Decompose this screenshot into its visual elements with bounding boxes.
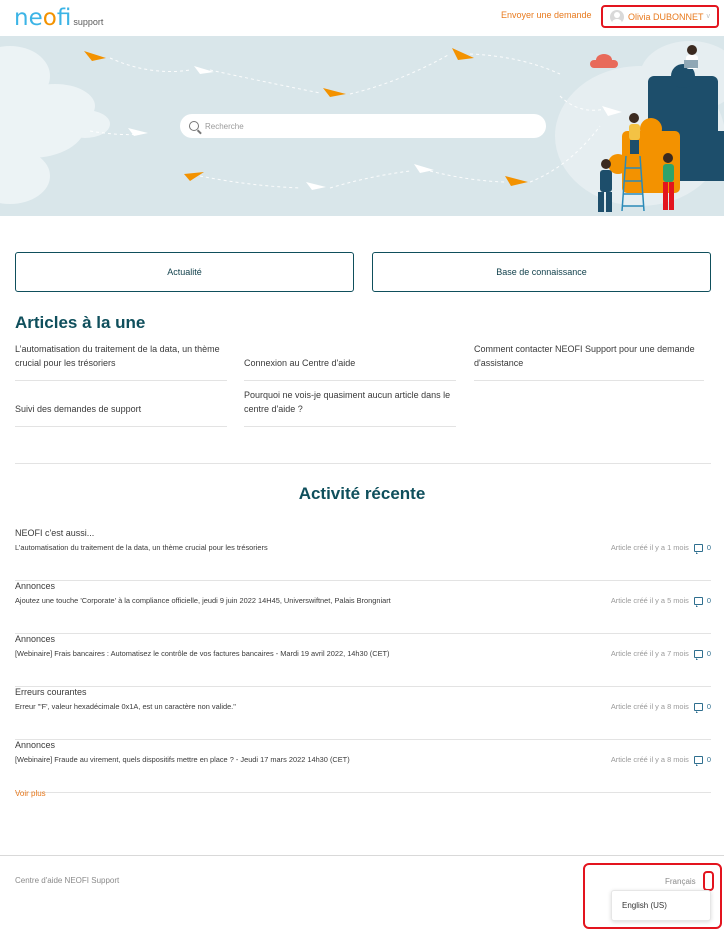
user-avatar-icon bbox=[610, 9, 624, 24]
category-actualite-button[interactable]: Actualité bbox=[15, 252, 354, 292]
activity-item: NEOFI c'est aussi... L’automatisation du… bbox=[15, 528, 711, 581]
comment-count: 0 bbox=[706, 649, 711, 658]
activity-meta: Article créé il y a 7 mois 0 bbox=[610, 649, 711, 660]
activity-item: Annonces [Webinaire] Fraude au virement,… bbox=[15, 740, 711, 793]
activity-meta: Article créé il y a 5 mois 0 bbox=[610, 596, 711, 607]
activity-item: Annonces [Webinaire] Frais bancaires : A… bbox=[15, 634, 711, 687]
logo-subtext: support bbox=[73, 17, 104, 27]
activity-article-link[interactable]: [Webinaire] Fraude au virement, quels di… bbox=[15, 755, 350, 764]
promoted-article-link[interactable]: Suivi des demandes de support bbox=[15, 389, 227, 427]
promoted-articles-title: Articles à la une bbox=[15, 313, 146, 332]
user-name: Olivia DUBONNET bbox=[628, 11, 704, 22]
activity-timestamp: Article créé il y a 5 mois bbox=[610, 596, 689, 605]
comment-count: 0 bbox=[706, 702, 711, 711]
activity-article-link[interactable]: Erreur "'F', valeur hexadécimale 0x1A, e… bbox=[15, 702, 236, 711]
activity-meta: Article créé il y a 8 mois 0 bbox=[610, 702, 711, 713]
search-input[interactable] bbox=[205, 121, 525, 131]
activity-category-link[interactable]: Annonces bbox=[15, 634, 55, 644]
search-icon bbox=[189, 121, 199, 131]
search-bar bbox=[180, 114, 546, 138]
activity-category-link[interactable]: Annonces bbox=[15, 740, 55, 750]
language-selector[interactable]: Français bbox=[665, 877, 696, 886]
activity-meta: Article créé il y a 8 mois 0 bbox=[610, 755, 711, 766]
site-header: neofi support Envoyer une demande Olivia… bbox=[0, 0, 724, 36]
logo-text-o: o bbox=[42, 5, 57, 31]
comment-count: 0 bbox=[706, 596, 711, 605]
recent-activity-title: Activité récente bbox=[298, 484, 426, 503]
activity-timestamp: Article créé il y a 8 mois bbox=[610, 755, 689, 764]
promoted-article-link[interactable]: Comment contacter NEOFI Support pour une… bbox=[474, 343, 704, 381]
user-menu-button[interactable]: Olivia DUBONNET v bbox=[601, 5, 719, 28]
hero-banner bbox=[0, 36, 724, 216]
activity-meta: Article créé il y a 1 mois 0 bbox=[610, 543, 711, 554]
activity-timestamp: Article créé il y a 8 mois bbox=[610, 702, 689, 711]
comment-icon bbox=[693, 702, 703, 713]
footer-help-center-link[interactable]: Centre d'aide NEOFI Support bbox=[15, 876, 119, 885]
language-option-english[interactable]: English (US) bbox=[622, 901, 667, 910]
activity-timestamp: Article créé il y a 7 mois bbox=[610, 649, 689, 658]
activity-category-link[interactable]: NEOFI c'est aussi... bbox=[15, 528, 94, 538]
activity-timestamp: Article créé il y a 1 mois bbox=[610, 543, 689, 552]
activity-article-link[interactable]: L’automatisation du traitement de la dat… bbox=[15, 543, 268, 552]
promoted-article-link[interactable]: Pourquoi ne vois-je quasiment aucun arti… bbox=[244, 389, 456, 427]
comment-icon bbox=[693, 596, 703, 607]
activity-category-link[interactable]: Erreurs courantes bbox=[15, 687, 87, 697]
promoted-article-link[interactable]: L’automatisation du traitement de la dat… bbox=[15, 343, 227, 381]
activity-item: Erreurs courantes Erreur "'F', valeur he… bbox=[15, 687, 711, 740]
comment-count: 0 bbox=[706, 755, 711, 764]
submit-request-link[interactable]: Envoyer une demande bbox=[501, 10, 592, 20]
section-divider bbox=[15, 463, 711, 464]
neofi-support-logo[interactable]: neofi support bbox=[14, 4, 103, 30]
activity-category-link[interactable]: Annonces bbox=[15, 581, 55, 591]
chevron-down-icon: v bbox=[706, 13, 711, 20]
comment-icon bbox=[693, 755, 703, 766]
comment-icon bbox=[693, 649, 703, 660]
category-knowledge-base-button[interactable]: Base de connaissance bbox=[372, 252, 711, 292]
comment-icon bbox=[693, 543, 703, 554]
see-more-link[interactable]: Voir plus bbox=[15, 789, 46, 798]
promoted-article-link[interactable]: Connexion au Centre d'aide bbox=[244, 343, 456, 381]
language-dropdown-menu: English (US) bbox=[611, 890, 711, 921]
footer-divider bbox=[0, 855, 724, 856]
activity-article-link[interactable]: [Webinaire] Frais bancaires : Automatise… bbox=[15, 649, 390, 658]
activity-article-link[interactable]: Ajoutez une touche 'Corporate' à la comp… bbox=[15, 596, 391, 605]
activity-item: Annonces Ajoutez une touche 'Corporate' … bbox=[15, 581, 711, 634]
language-dropdown-toggle[interactable] bbox=[703, 871, 714, 891]
logo-wordmark: neofi bbox=[14, 6, 71, 30]
logo-text-suffix: fi bbox=[56, 5, 72, 31]
logo-text-prefix: ne bbox=[14, 5, 43, 31]
comment-count: 0 bbox=[706, 543, 711, 552]
